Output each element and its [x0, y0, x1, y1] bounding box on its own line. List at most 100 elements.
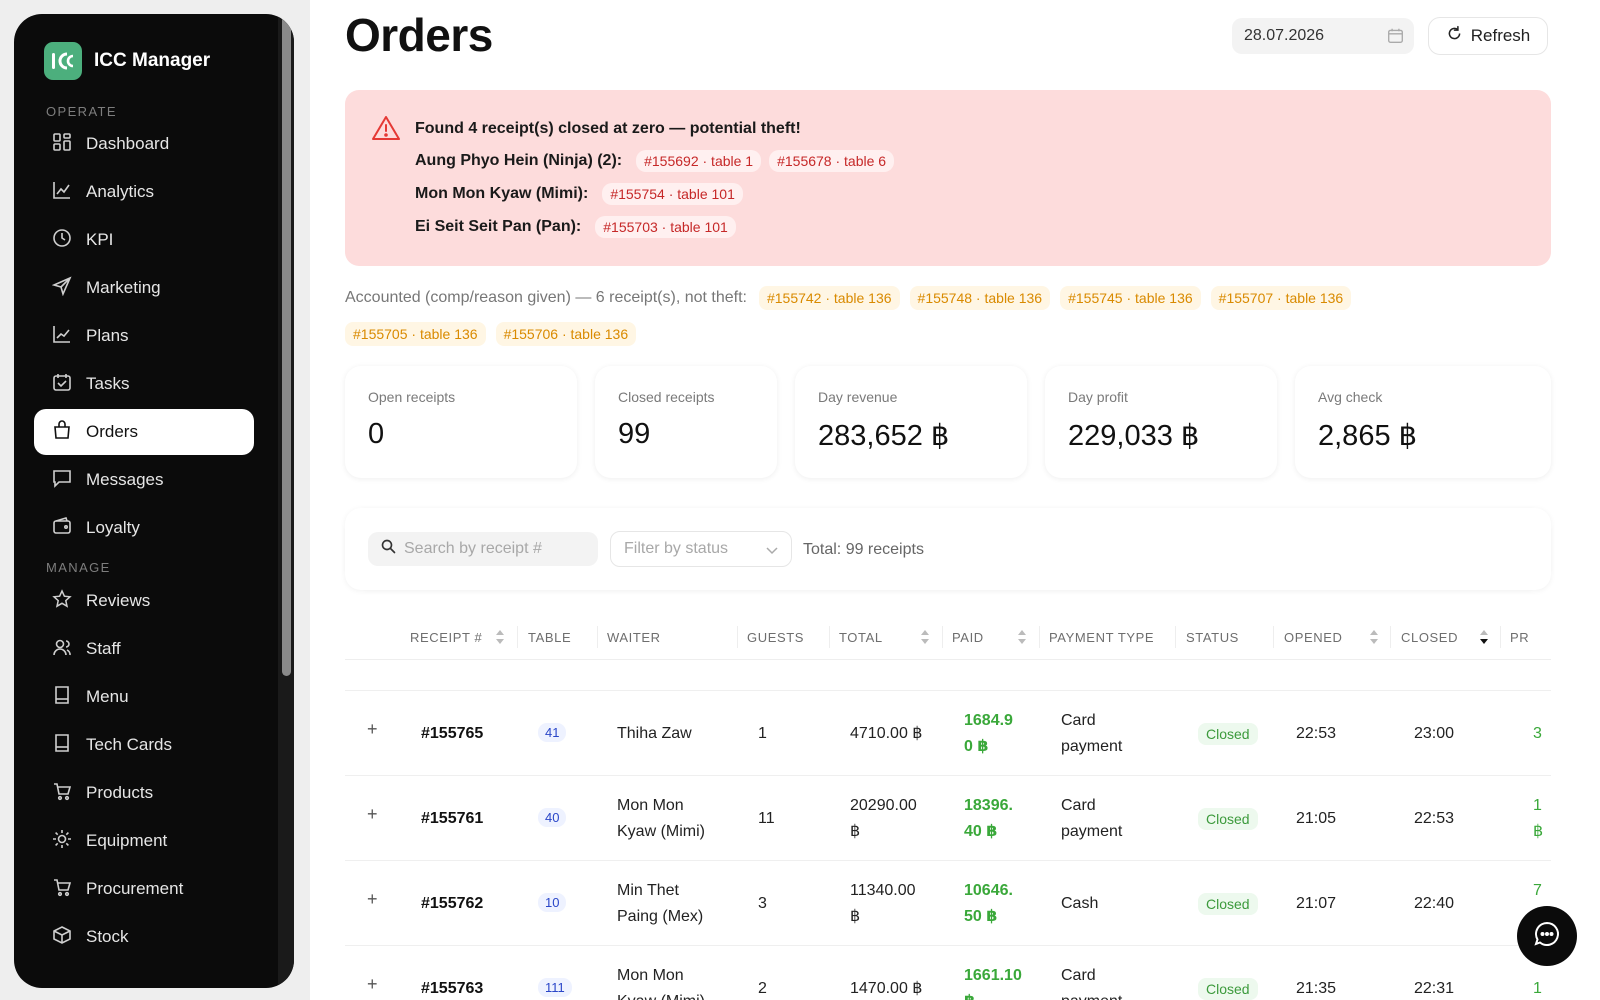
date-value: 28.07.2026 — [1244, 27, 1325, 44]
sidebar-item-label: Tech Cards — [86, 735, 172, 754]
table-number-badge: 111 — [538, 978, 572, 997]
sidebar-item-stock[interactable]: Stock — [34, 914, 254, 960]
app-name: ICC Manager — [94, 50, 211, 71]
stat-value: 99 — [618, 418, 651, 450]
status-filter-placeholder: Filter by status — [624, 540, 729, 557]
table-row[interactable]: + #155765 41 Thiha Zaw 1 4710.00 ฿ 1684.… — [345, 692, 1551, 776]
expand-row-button[interactable]: + — [367, 889, 378, 910]
receipt-chip[interactable]: #155692 · table 1 — [636, 150, 762, 172]
receipt-number[interactable]: #155763 — [421, 976, 483, 1000]
payment-type: Card — [1061, 797, 1096, 814]
sidebar-item-label: KPI — [86, 230, 114, 249]
sidebar-item-label: Loyalty — [86, 518, 140, 537]
sort-icon[interactable] — [1017, 614, 1027, 660]
col-total[interactable]: TOTAL — [839, 614, 883, 660]
table-row[interactable]: + #155762 10 Min Thet Paing (Mex) 3 1134… — [345, 862, 1551, 946]
col-status: STATUS — [1186, 629, 1239, 645]
expand-row-button[interactable]: + — [367, 974, 378, 995]
sidebar-item-products[interactable]: Products — [34, 770, 254, 816]
expand-row-button[interactable]: + — [367, 719, 378, 740]
search-icon — [381, 539, 396, 559]
refresh-button[interactable]: Refresh — [1428, 17, 1548, 55]
search-field[interactable] — [368, 532, 598, 566]
table-row[interactable]: + #155761 40 Mon Mon Kyaw (Mimi) 11 2029… — [345, 777, 1551, 861]
receipt-number[interactable]: #155762 — [421, 891, 483, 916]
stat-label: Closed receipts — [618, 389, 715, 405]
sidebar-item-tasks[interactable]: Tasks — [34, 361, 254, 407]
col-guests: GUESTS — [747, 629, 805, 645]
profit-value: 7 — [1533, 882, 1542, 899]
accounted-chip[interactable]: #155742 · table 136 — [758, 286, 900, 310]
sidebar-item-analytics[interactable]: Analytics — [34, 169, 254, 215]
profit-value: ฿ — [1533, 823, 1544, 840]
alert-row: Aung Phyo Hein (Ninja) (2): #155692 · ta… — [415, 150, 895, 172]
expand-row-button[interactable]: + — [367, 804, 378, 825]
accounted-chip[interactable]: #155745 · table 136 — [1060, 286, 1201, 310]
kpi-icon — [52, 228, 72, 253]
opened-time: 22:53 — [1296, 725, 1337, 742]
alert-title: Found 4 receipt(s) closed at zero — pote… — [415, 120, 801, 137]
procurement-icon — [52, 877, 72, 902]
col-receipt[interactable]: RECEIPT # — [410, 614, 482, 660]
search-input[interactable] — [404, 540, 584, 558]
profit-value: 1 — [1533, 797, 1542, 814]
accounted-chip[interactable]: #155705 · table 136 — [345, 322, 486, 346]
receipt-number[interactable]: #155761 — [421, 806, 483, 831]
sidebar-item-messages[interactable]: Messages — [34, 457, 254, 503]
sidebar-item-kpi[interactable]: KPI — [34, 217, 254, 263]
chat-button[interactable] — [1517, 906, 1577, 966]
sidebar-item-reviews[interactable]: Reviews — [34, 578, 254, 624]
status-badge: Closed — [1198, 978, 1258, 1000]
brand[interactable]: ICC Manager — [44, 42, 210, 80]
sidebar-scrollbar[interactable] — [278, 14, 294, 988]
accounted-chip[interactable]: #155748 · table 136 — [909, 286, 1051, 310]
table-header: RECEIPT # TABLE WAITER GUESTS TOTAL PAID… — [345, 614, 1551, 660]
receipt-chip[interactable]: #155703 · table 101 — [595, 216, 736, 238]
paid-amount: ฿ — [964, 989, 975, 1000]
waiter-name: Paing (Mex) — [617, 908, 704, 925]
sidebar-item-marketing[interactable]: Marketing — [34, 265, 254, 311]
sidebar-item-menu[interactable]: Menu — [34, 674, 254, 720]
sidebar-item-label: Analytics — [86, 182, 155, 201]
sidebar-item-loyalty[interactable]: Loyalty — [34, 505, 254, 551]
closed-time: 22:40 — [1414, 895, 1455, 912]
payment-type: Card — [1061, 712, 1096, 729]
status-filter-select[interactable]: Filter by status — [610, 531, 792, 567]
receipt-number[interactable]: #155765 — [421, 721, 483, 746]
col-closed[interactable]: CLOSED — [1401, 614, 1458, 660]
sort-icon[interactable] — [920, 614, 930, 660]
sidebar-item-tech-cards[interactable]: Tech Cards — [34, 722, 254, 768]
col-waiter: WAITER — [607, 629, 661, 645]
col-paid[interactable]: PAID — [952, 614, 984, 660]
sort-icon[interactable] — [495, 614, 505, 660]
paid-amount: 40 ฿ — [964, 823, 998, 840]
accounted-chip[interactable]: #155707 · table 136 — [1210, 286, 1352, 310]
sidebar-item-procurement[interactable]: Procurement — [34, 866, 254, 912]
sidebar-item-orders[interactable]: Orders — [34, 409, 254, 455]
stat-value: 2,865 ฿ — [1318, 420, 1418, 452]
receipt-chip[interactable]: #155678 · table 6 — [769, 150, 895, 172]
alert-row: Mon Mon Kyaw (Mimi): #155754 · table 101 — [415, 183, 743, 205]
stat-open-receipts: Open receipts 0 — [345, 366, 577, 478]
date-picker[interactable]: 28.07.2026 — [1232, 18, 1414, 54]
sidebar-item-dashboard[interactable]: Dashboard — [34, 121, 254, 167]
alert-row: Ei Seit Seit Pan (Pan): #155703 · table … — [415, 216, 736, 238]
accounted-chip[interactable]: #155706 · table 136 — [495, 322, 637, 346]
table-row[interactable]: + #155763 111 Mon Mon Kyaw (Mimi) 2 1470… — [345, 947, 1551, 1000]
receipt-chip[interactable]: #155754 · table 101 — [602, 183, 743, 205]
table-number-badge: 40 — [538, 808, 567, 827]
equipment-icon — [52, 829, 72, 854]
sidebar-item-staff[interactable]: Staff — [34, 626, 254, 672]
accounted-receipts: Accounted (comp/reason given) — 6 receip… — [345, 286, 1465, 346]
col-opened[interactable]: OPENED — [1284, 614, 1343, 660]
sidebar-section-operate: OPERATE — [46, 104, 117, 119]
total-amount: ฿ — [850, 908, 861, 925]
sidebar-item-equipment[interactable]: Equipment — [34, 818, 254, 864]
sort-desc-icon[interactable] — [1479, 614, 1489, 660]
sidebar-item-plans[interactable]: Plans — [34, 313, 254, 359]
payment-type: payment — [1061, 989, 1122, 1000]
sidebar-scrollbar-thumb[interactable] — [282, 16, 291, 676]
stat-avg-check: Avg check 2,865 ฿ — [1295, 366, 1551, 478]
payment-type: Card — [1061, 967, 1096, 984]
sort-icon[interactable] — [1369, 614, 1379, 660]
